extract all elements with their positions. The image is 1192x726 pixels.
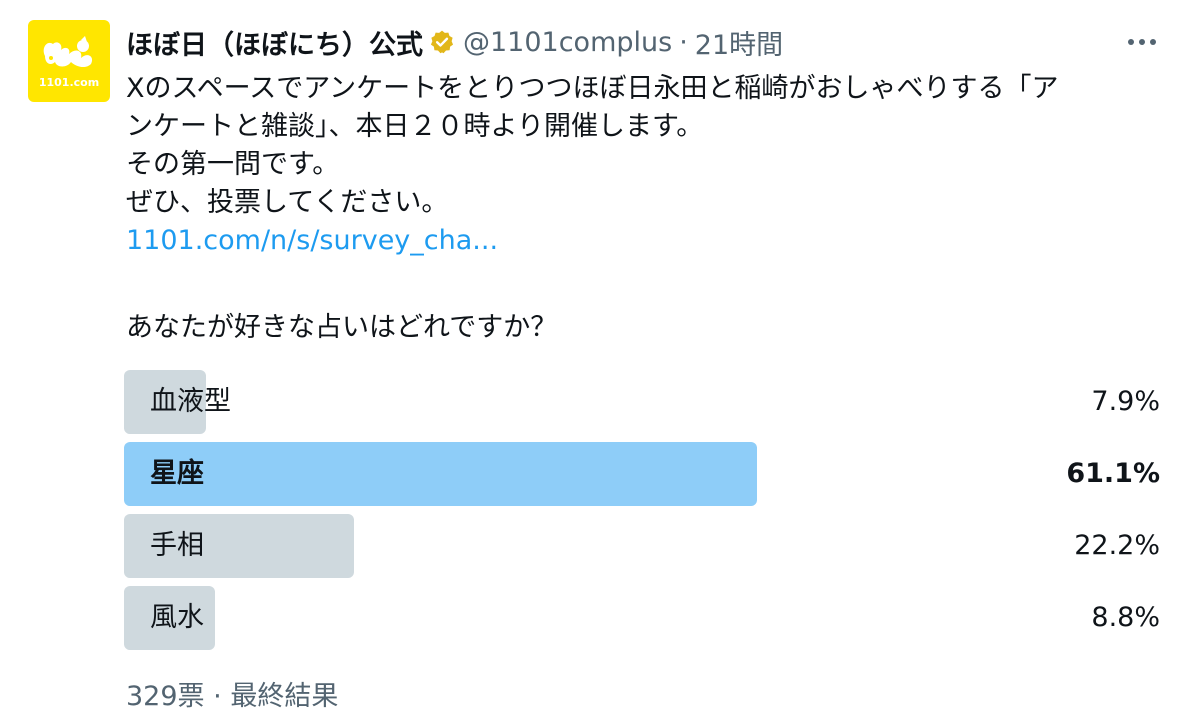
tweet-header: ほぼ日（ほぼにち）公式 @1101complus · 21時間 [126,22,783,62]
poll-bar [124,442,757,506]
avatar[interactable]: 1101.com [28,20,110,102]
poll-option-label: 手相 [150,530,204,561]
tweet-text-line: その第一問です。 [126,149,340,180]
poll-option-astrology: 星座 61.1% [124,442,1160,506]
poll-question: あなたが好きな占いはどれですか？ [126,312,558,343]
poll-option-label: 星座 [150,458,204,489]
poll-option-percent: 22.2% [1074,530,1160,561]
poll-option-label: 血液型 [150,386,231,417]
poll-option-blood-type: 血液型 7.9% [124,370,1160,434]
poll-vote-count: 329票 [126,681,205,712]
poll-option-label: 風水 [150,602,204,633]
poll-status: 最終結果 [230,681,339,712]
tweet-link[interactable]: 1101.com/n/s/survey_cha... [126,222,1166,260]
poll-option-feng-shui: 風水 8.8% [124,586,1160,650]
verified-badge-icon[interactable] [429,29,455,55]
poll-option-percent: 7.9% [1091,386,1160,417]
hobonichi-logo-icon [43,35,93,67]
separator-dot: · [679,26,688,58]
tweet-text-line: ぜひ、投票してください。 [126,187,449,218]
poll-option-percent: 8.8% [1091,602,1160,633]
tweet-text: Xのスペースでアンケートをとりつつほぼ日永田と稲崎がおしゃべりする「ア ンケート… [126,70,1166,260]
poll-footer: 329票 · 最終結果 [126,674,338,713]
poll-option-palm-reading: 手相 22.2% [124,514,1160,578]
avatar-text: 1101.com [38,75,100,89]
separator-dot: · [213,681,222,712]
tweet-text-line: Xのスペースでアンケートをとりつつほぼ日永田と稲崎がおしゃべりする「ア [126,73,1059,104]
poll: 血液型 7.9% 星座 61.1% 手相 22.2% 風水 8.8% [124,370,1160,658]
display-name[interactable]: ほぼ日（ほぼにち）公式 [126,23,423,62]
timestamp[interactable]: 21時間 [695,23,783,62]
more-options-icon[interactable] [1124,26,1160,58]
poll-option-percent: 61.1% [1066,458,1160,489]
tweet-text-line: ンケートと雑談」、本日２０時より開催します。 [126,111,704,142]
author-handle[interactable]: @1101complus [463,27,672,58]
